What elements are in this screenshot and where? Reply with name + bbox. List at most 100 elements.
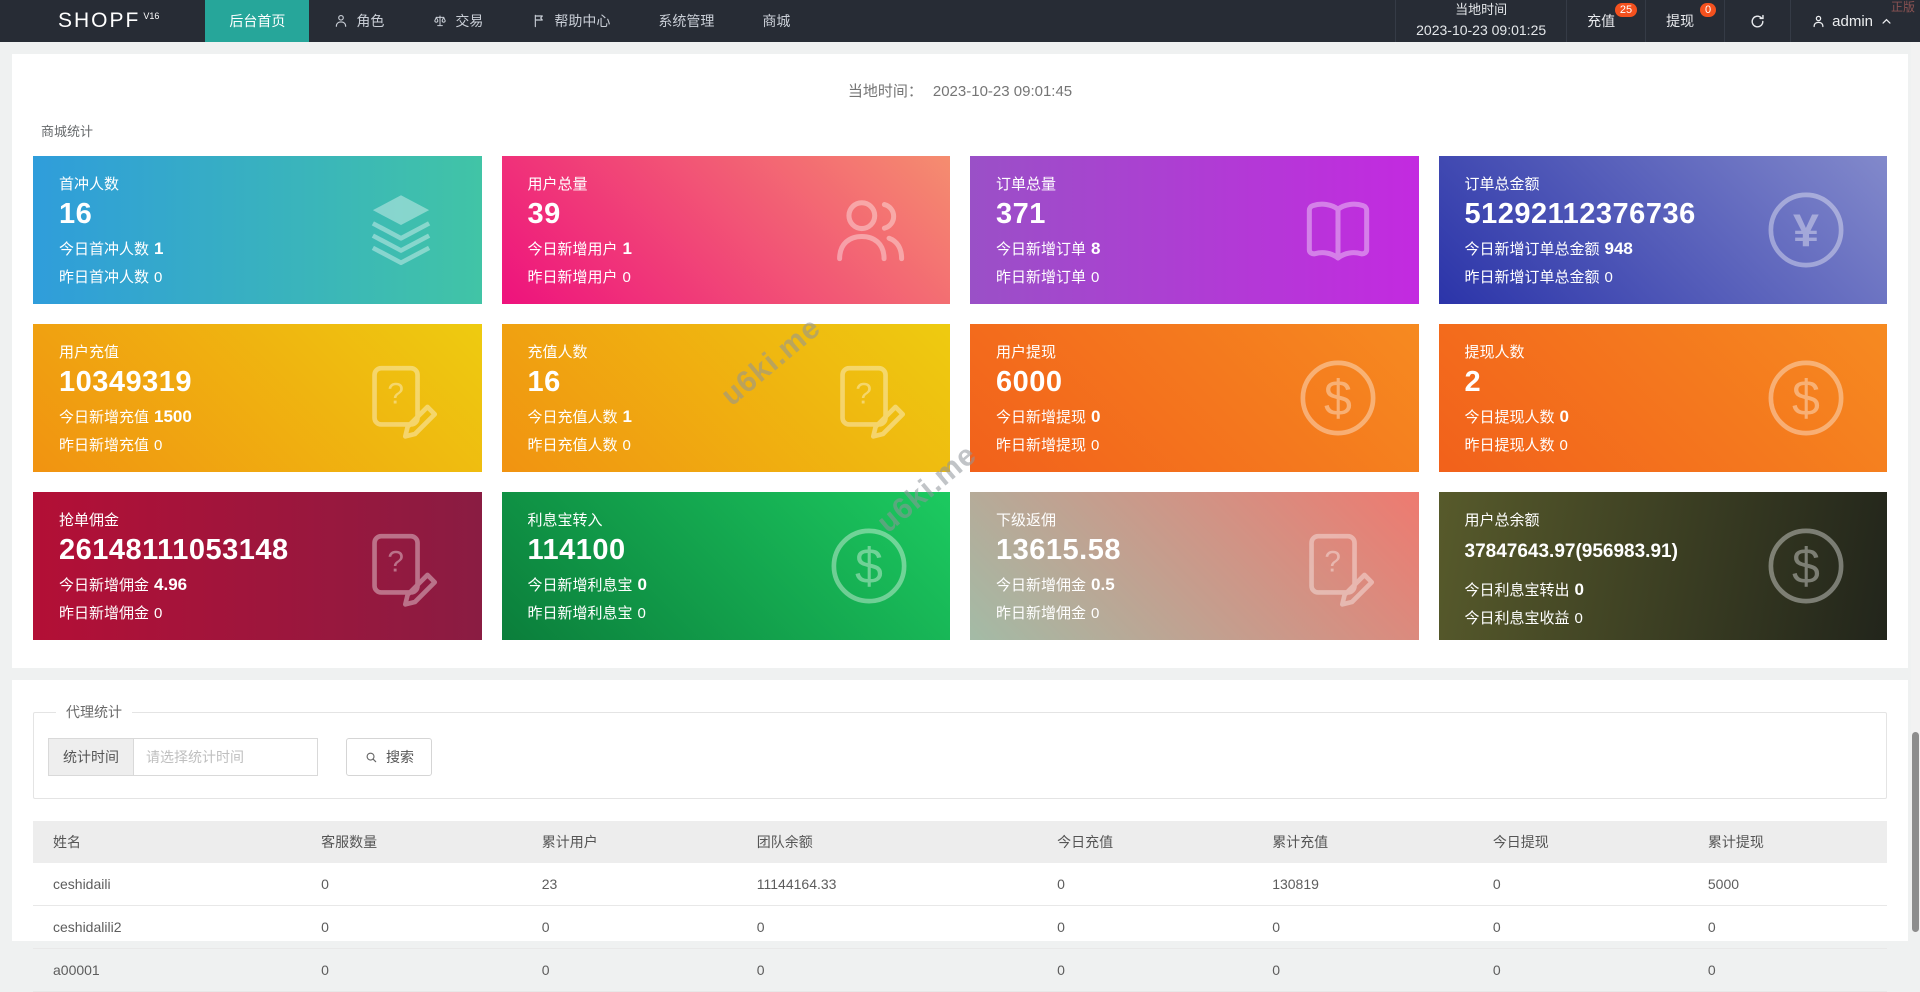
card-today-value: 1 [622, 407, 632, 426]
refresh-button[interactable] [1724, 0, 1790, 42]
table-cell: 0 [1697, 905, 1887, 949]
card-yesterday-label: 今日利息宝收益 [1464, 610, 1570, 627]
page-local-time: 当地时间： 2023-10-23 09:01:45 [33, 68, 1887, 115]
stats-panel: 当地时间： 2023-10-23 09:01:45 商城统计 首冲人数 16 今日首冲… [12, 54, 1908, 668]
table-row: ceshidalili2 0 0 0 0 0 0 0 [33, 905, 1887, 949]
card-yesterday-label: 昨日新增充值 [59, 437, 150, 454]
menu-item-5[interactable]: 系统管理 [634, 0, 738, 42]
withdraw-button[interactable]: 提现 0 [1645, 0, 1724, 42]
page-scrollbar[interactable] [1911, 42, 1920, 932]
card-today-label: 今日首冲人数 [59, 241, 150, 258]
dollar-circle-icon: $ [1763, 355, 1849, 441]
table-cell: 0 [1482, 905, 1698, 949]
recharge-badge: 25 [1614, 3, 1638, 17]
card-yesterday-label: 昨日新增佣金 [59, 605, 150, 622]
document-edit-icon: ? [358, 355, 444, 441]
yen-circle-icon: ¥ [1763, 187, 1849, 273]
menu-item-6[interactable]: 商城 [738, 0, 814, 42]
menu-item-3[interactable]: 交易 [408, 0, 507, 42]
logo-version: V16 [143, 11, 160, 21]
menu-item-label: 商城 [762, 13, 791, 29]
table-cell: 0 [1262, 905, 1483, 949]
table-cell: 0 [311, 948, 532, 992]
menu-item-2[interactable]: 角色 [309, 0, 408, 42]
search-icon [364, 750, 379, 765]
refresh-icon [1749, 13, 1766, 30]
table-cell: 0 [1047, 905, 1263, 949]
document-edit-icon: ? [826, 355, 912, 441]
table-cell: 0 [746, 948, 1048, 992]
table-cell: 0 [1482, 863, 1698, 906]
table-cell: 0 [1262, 948, 1483, 992]
agent-section-title: 代理统计 [66, 704, 122, 720]
table-cell: 0 [1697, 948, 1887, 992]
table-cell: 0 [746, 905, 1048, 949]
stat-card-7: 用户提现 6000 今日新增提现 0 昨日新增提现 0 $ [970, 324, 1419, 472]
local-time-label: 当地时间 [1455, 2, 1508, 18]
column-header: 累计充值 [1262, 821, 1483, 863]
stat-card-12: 用户总余额 37847643.97(956983.91) 今日利息宝转出 0 今日利息宝… [1438, 492, 1887, 640]
card-today-value: 1 [622, 239, 632, 258]
card-today-value: 0 [1091, 407, 1101, 426]
card-today-value: 948 [1604, 239, 1633, 258]
card-today-label: 今日新增佣金 [996, 577, 1087, 594]
stat-card-6: 充值人数 16 今日充值人数 1 昨日充值人数 0? [501, 324, 950, 472]
search-button[interactable]: 搜索 [346, 738, 432, 776]
recharge-button[interactable]: 充值 25 [1566, 0, 1645, 42]
column-header: 今日充值 [1047, 821, 1263, 863]
agent-panel: 代理统计 统计时间 搜索 姓名客服数量累计用户团队余额今日充值累计充值今日提现累… [12, 680, 1908, 992]
card-today-value: 0.5 [1091, 575, 1115, 594]
svg-text:$: $ [1792, 538, 1820, 594]
users-icon [826, 187, 912, 273]
card-yesterday-value: 0 [154, 605, 163, 622]
stat-time-input[interactable] [133, 738, 318, 776]
top-navbar: SHOPF V16 后台首页 角色 交易 帮助中心 系统管理 商城 当地时间 2023-10… [0, 0, 1920, 42]
card-today-value: 1500 [154, 407, 192, 426]
dollar-circle-icon: $ [1295, 355, 1381, 441]
card-yesterday-value: 0 [154, 437, 163, 454]
local-time-value: 2023-10-23 09:01:25 [1416, 22, 1547, 39]
scrollbar-thumb[interactable] [1912, 732, 1919, 932]
document-edit-icon: ? [358, 523, 444, 609]
stats-section-title: 商城统计 [41, 124, 94, 139]
card-today-value: 0 [1574, 580, 1584, 599]
table-cell: 0 [311, 905, 532, 949]
menu-item-label: 系统管理 [658, 13, 715, 29]
card-today-label: 今日新增利息宝 [527, 577, 633, 594]
logo-text: SHOPF [58, 9, 141, 32]
table-cell: 0 [1482, 948, 1698, 992]
stat-card-9: 抢单佣金 26148111053148 今日新增佣金 4.96 昨日新增佣金 0? [33, 492, 482, 640]
stat-time-group: 统计时间 [48, 738, 318, 776]
card-today-label: 今日利息宝转出 [1464, 582, 1570, 599]
svg-text:?: ? [387, 377, 404, 410]
card-yesterday-line: 今日利息宝收益 0 [1465, 607, 1872, 628]
stat-card-1: 首冲人数 16 今日首冲人数 1 昨日首冲人数 0 [33, 156, 482, 304]
scales-icon [432, 13, 448, 29]
menu-item-1[interactable]: 后台首页 [205, 0, 310, 42]
card-yesterday-label: 昨日新增提现 [996, 437, 1087, 454]
card-yesterday-value: 0 [1091, 605, 1100, 622]
table-cell: 130819 [1262, 863, 1483, 906]
book-icon [1295, 187, 1381, 273]
menu-item-label: 帮助中心 [554, 13, 611, 29]
agent-name-cell: ceshidaili [33, 863, 312, 906]
card-yesterday-label: 昨日新增用户 [527, 269, 618, 286]
stat-card-8: 提现人数 2 今日提现人数 0 昨日提现人数 0 $ [1438, 324, 1887, 472]
card-yesterday-label: 昨日新增订单 [996, 269, 1087, 286]
card-today-label: 今日新增提现 [996, 409, 1087, 426]
card-today-value: 4.96 [154, 575, 188, 594]
chevron-up-icon [1879, 14, 1894, 29]
agent-name-cell: a00001 [33, 948, 312, 992]
app-logo[interactable]: SHOPF V16 [0, 0, 205, 42]
svg-text:?: ? [1324, 545, 1341, 578]
menu-item-4[interactable]: 帮助中心 [507, 0, 634, 42]
card-today-value: 0 [637, 575, 647, 594]
navbar-right: 当地时间 2023-10-23 09:01:25 充值 25 提现 0 admi… [1395, 0, 1920, 42]
table-cell: 0 [311, 863, 532, 906]
menu-item-label: 角色 [356, 13, 385, 29]
dollar-circle-icon: $ [1763, 523, 1849, 609]
table-header-row: 姓名 客服数量 累计用户 团队余额 今日充值 累计充值 今日提现 累计提现 [33, 821, 1887, 863]
card-today-label: 今日新增用户 [527, 241, 618, 258]
table-cell: 0 [531, 905, 747, 949]
page-time-value: 2023-10-23 09:01:45 [932, 83, 1073, 100]
